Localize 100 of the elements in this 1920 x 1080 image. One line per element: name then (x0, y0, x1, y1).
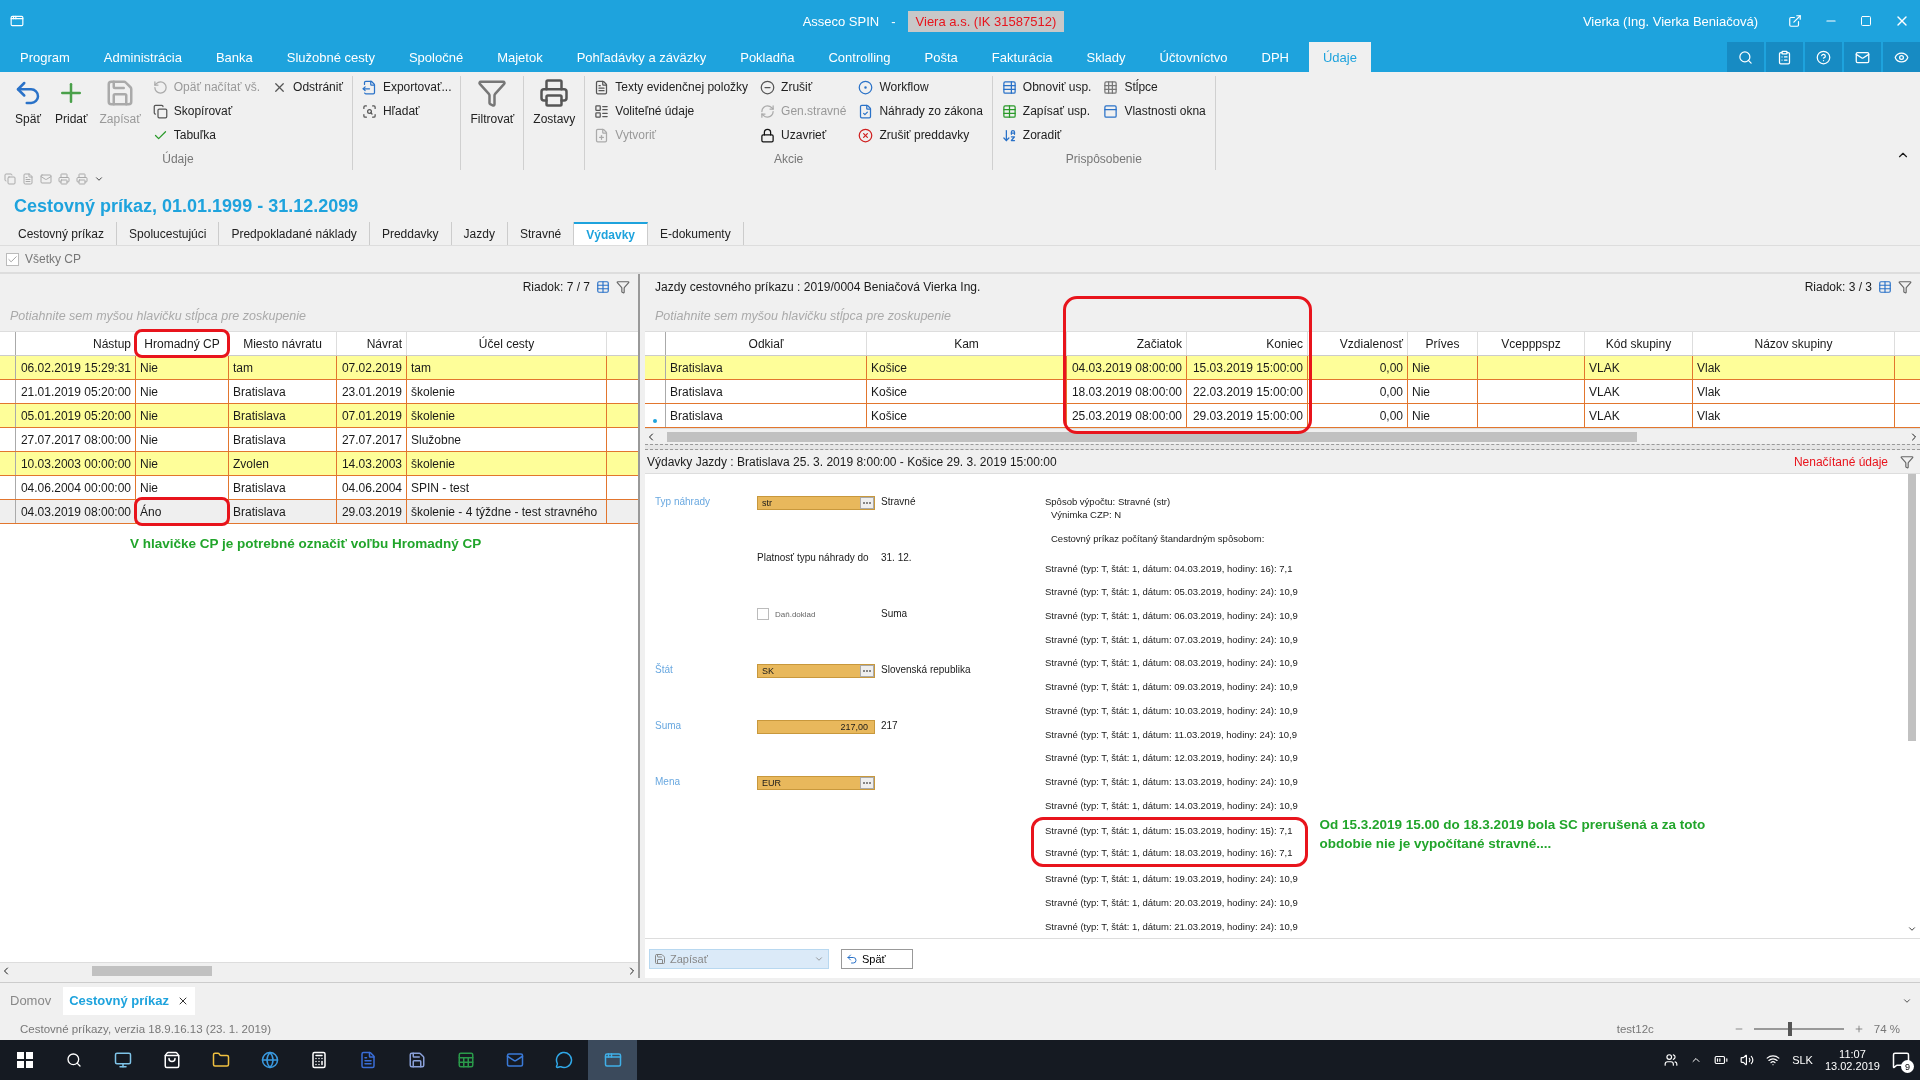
refresh-icon (152, 79, 168, 95)
table-cell: Nie (136, 476, 229, 499)
ribbon-button[interactable]: Vlastnosti okna (1100, 100, 1209, 122)
field-label: Suma (881, 608, 909, 619)
table-cell: 04.06.2004 00:00:00 (16, 476, 136, 499)
ribbon-button[interactable]: Texty evidenčnej položky (591, 76, 752, 98)
ribbon-button[interactable]: Obnoviť usp. (998, 76, 1095, 98)
tab[interactable]: Preddavky (369, 222, 452, 245)
table-cell: 07.02.2019 (337, 356, 407, 379)
ribbon-button[interactable]: Späť (10, 76, 46, 128)
tab[interactable]: Spolucestujúci (117, 222, 220, 245)
group-hint: Potiahnite sem myšou hlavičku stĺpca pre zoskupenie (0, 300, 638, 332)
horizontal-scrollbar[interactable] (645, 428, 1920, 444)
column-header[interactable]: Začiatok (1067, 332, 1187, 355)
ribbon-button[interactable]: Pridať (52, 76, 91, 128)
browse-button[interactable] (860, 497, 874, 509)
column-header[interactable]: Návrat (337, 332, 407, 355)
mail-button[interactable] (1844, 42, 1881, 72)
checkbox[interactable] (757, 608, 769, 620)
table-settings-icon[interactable] (1878, 280, 1892, 294)
column-header[interactable]: Kam (867, 332, 1067, 355)
printer-icon[interactable] (76, 173, 88, 185)
search-icon (361, 103, 377, 119)
ribbon-button[interactable]: Workflow (855, 76, 986, 98)
language-indicator[interactable]: SLK (1792, 1054, 1813, 1066)
table-cell: 27.07.2017 08:00:00 (16, 428, 136, 451)
detail-title: Výdavky Jazdy : Bratislava 25. 3. 2019 8:00:00 - Košice 29. 3. 2019 15:00:00 (647, 454, 1057, 469)
people-icon[interactable] (1664, 1053, 1679, 1067)
table-cell: Bratislava (666, 380, 867, 403)
table-cell: 27.07.2017 (337, 428, 407, 451)
calculator-icon (309, 1051, 328, 1069)
window-title: Asseco SPIN (802, 13, 880, 29)
column-header[interactable]: Nástup (16, 332, 136, 355)
tab[interactable]: Cestovný príkaz (6, 222, 118, 245)
ribbon-button[interactable]: Voliteľné údaje (591, 100, 752, 122)
clock-date[interactable]: 13.02.2019 (1824, 1060, 1880, 1072)
ribbon-button[interactable]: Zapísať usp. (998, 100, 1095, 122)
ribbon-button[interactable]: Hľadať (358, 100, 455, 122)
horizontal-scrollbar[interactable] (0, 962, 638, 978)
table-cell: Bratislava (229, 380, 337, 403)
column-header[interactable]: Účel cesty (407, 332, 607, 355)
network-icon[interactable] (1766, 1053, 1781, 1067)
ribbon-button[interactable]: Uzavrieť (757, 124, 850, 146)
tab[interactable]: Jazdy (451, 222, 508, 245)
tab[interactable]: Predpokladané náklady (219, 222, 370, 245)
ribbon-button[interactable]: Zostavy (530, 76, 579, 128)
browse-button[interactable] (860, 665, 874, 677)
back-button[interactable]: Späť (841, 948, 913, 969)
clipboard-button[interactable] (1766, 42, 1803, 72)
printer-icon[interactable] (58, 173, 70, 185)
lookup-field[interactable]: str (757, 496, 875, 510)
table-cell: školenie (407, 452, 607, 475)
ribbon-button[interactable]: Exportovať... (358, 76, 455, 98)
speaker-icon[interactable] (1740, 1053, 1755, 1067)
column-header[interactable]: Koniec (1187, 332, 1308, 355)
column-header[interactable]: Odkiaľ (666, 332, 867, 355)
document-icon[interactable] (22, 173, 34, 185)
funnel-icon[interactable] (1900, 454, 1914, 469)
checkbox[interactable] (6, 252, 19, 266)
annotation-note: Od 15.3.2019 15.00 do 18.3.2019 bola SC prerušená a za toto obdobie nie je vypočítané stravné.... (1319, 816, 1707, 853)
ribbon-button[interactable]: Zoradiť (998, 124, 1095, 146)
scroll-down-icon[interactable] (1907, 924, 1917, 934)
column-header[interactable]: Vcepppspz (1478, 332, 1585, 355)
lookup-field[interactable]: EUR (757, 776, 875, 790)
dropdown-icon[interactable] (94, 174, 104, 184)
column-header[interactable]: Názov skupiny (1693, 332, 1895, 355)
column-header[interactable]: Miesto návratu (229, 332, 337, 355)
column-header[interactable]: Kód skupiny (1585, 332, 1693, 355)
table-cell: 29.03.2019 (337, 500, 407, 523)
ribbon-button[interactable]: Zrušiť preddavky (855, 124, 986, 146)
ribbon-button[interactable]: Zrušiť (757, 76, 850, 98)
column-header[interactable]: Vzdialenosť (1308, 332, 1408, 355)
server-name: test12c (1616, 1023, 1654, 1035)
clock-time[interactable]: 11:07 (1839, 1048, 1866, 1060)
table-cell: Vlak (1693, 356, 1895, 379)
battery-icon[interactable] (1714, 1053, 1729, 1067)
table-settings-icon[interactable] (596, 280, 610, 294)
browse-button[interactable] (860, 777, 874, 789)
ribbon-button[interactable]: Stĺpce (1100, 76, 1209, 98)
maximize-icon[interactable] (1860, 15, 1872, 27)
zoom-in-icon[interactable] (1853, 1024, 1864, 1034)
ribbon-button[interactable]: Náhrady zo zákona (855, 100, 986, 122)
ribbon-button[interactable]: Skopírovať (149, 100, 264, 122)
tab[interactable]: E-dokumenty (648, 222, 744, 245)
lookup-field[interactable]: SK (757, 664, 875, 678)
ribbon-button[interactable]: Odstrániť (269, 76, 346, 98)
column-header[interactable]: Príves (1408, 332, 1478, 355)
ribbon-button[interactable]: Filtrovať (467, 76, 518, 128)
restore-window-icon[interactable] (1788, 14, 1802, 28)
funnel-icon[interactable] (616, 280, 630, 294)
slider-thumb[interactable] (1787, 1022, 1792, 1036)
notification-icon[interactable] (1892, 1051, 1910, 1069)
table-cell: školenie - 4 týždne - test stravného (407, 500, 607, 523)
eye-button[interactable] (1883, 42, 1920, 72)
search-icon (1738, 49, 1753, 65)
ribbon-button[interactable]: Tabuľka (149, 124, 264, 146)
table-cell: 04.03.2019 08:00:00 (1067, 356, 1187, 379)
help-button[interactable] (1805, 42, 1842, 72)
amount-field[interactable]: 217,00 (757, 720, 875, 734)
funnel-icon[interactable] (1898, 280, 1912, 294)
